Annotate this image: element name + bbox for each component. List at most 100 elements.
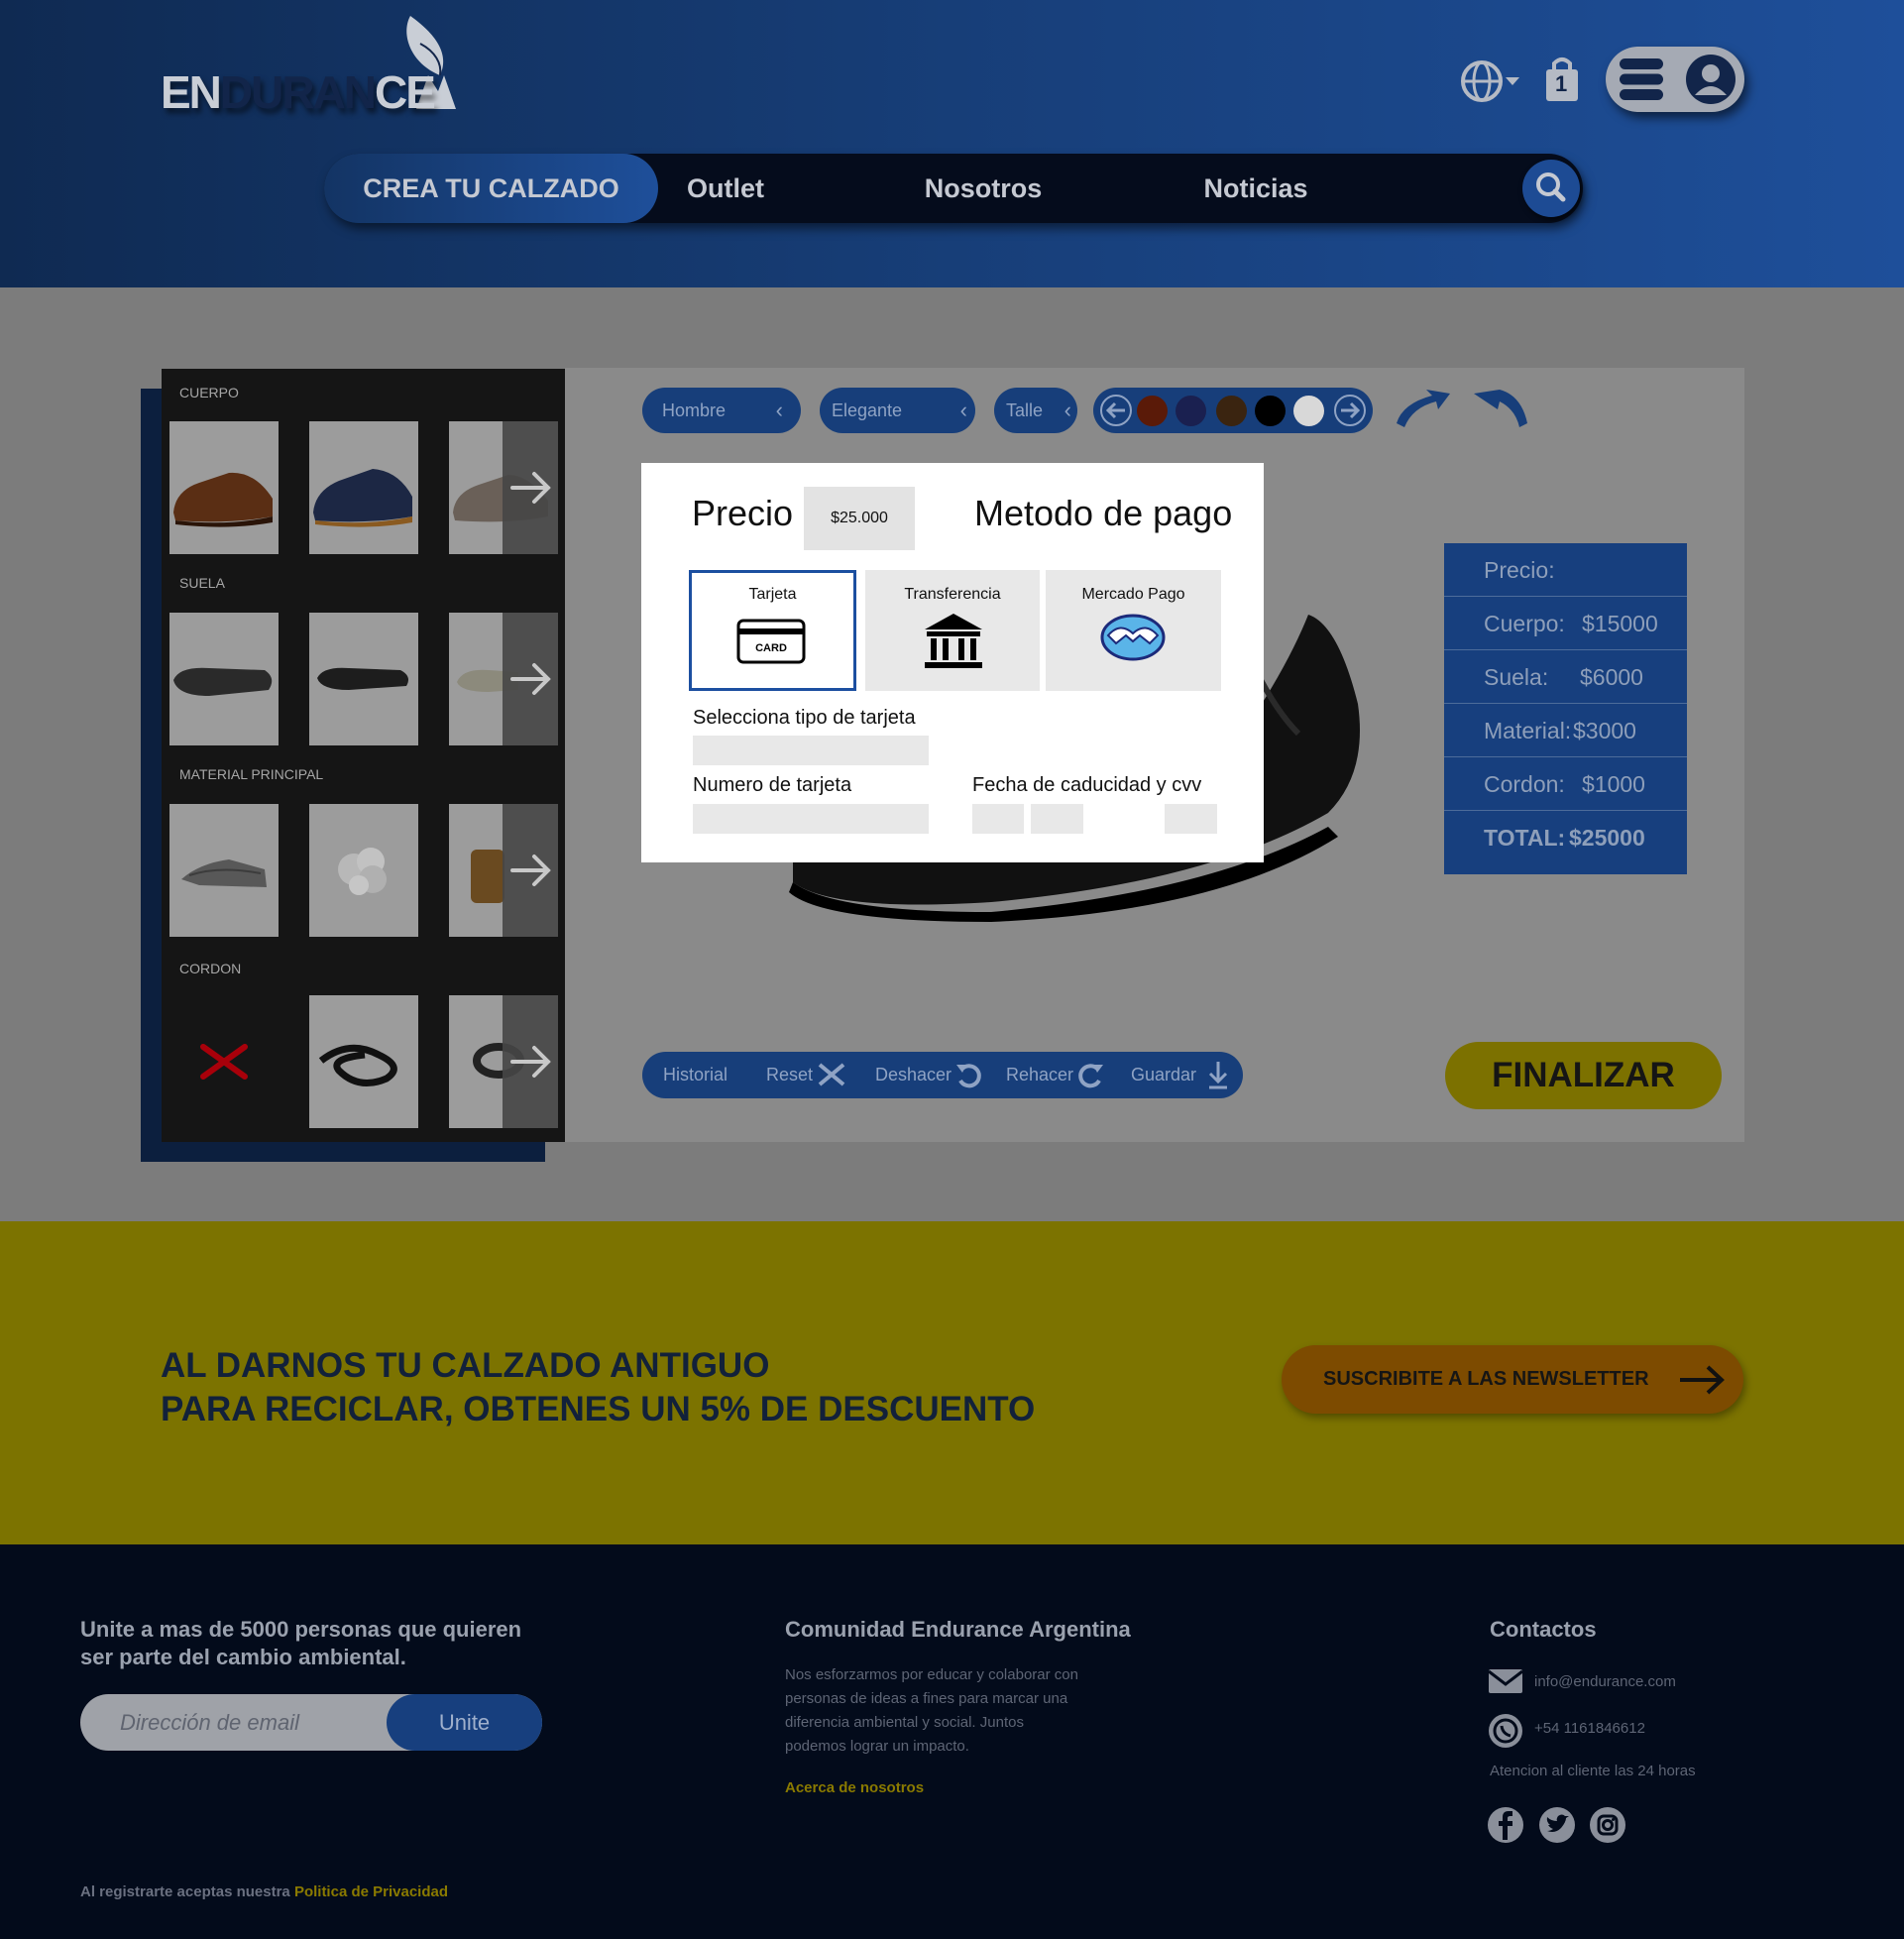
price-summary-table: Precio: Cuerpo: $15000 Suela: $6000 Materi…	[1444, 543, 1687, 874]
promo-line-1: AL DARNOS TU CALZADO ANTIGUO	[161, 1346, 770, 1385]
about-link[interactable]: Acerca de nosotros	[785, 1779, 924, 1796]
rotate-left-icon[interactable]	[1393, 388, 1454, 431]
user-menu[interactable]	[1606, 47, 1744, 112]
history-toolbar: Historial Reset Deshacer Rehacer Guardar	[642, 1052, 1243, 1098]
newsletter-button[interactable]: SUSCRIBITE A LAS NEWSLETTER	[1282, 1345, 1743, 1414]
payment-method-transferencia[interactable]: Transferencia	[865, 570, 1040, 691]
color-swatch-dark-brown[interactable]	[1216, 396, 1247, 426]
unite-button[interactable]: Unite	[387, 1694, 542, 1751]
bank-icon	[925, 614, 982, 668]
cuerpo-next-button[interactable]	[503, 421, 558, 554]
whatsapp-icon	[1489, 1714, 1522, 1748]
no-lace-x-icon	[200, 1044, 248, 1080]
chevron-down-icon	[1506, 77, 1519, 85]
reset-button[interactable]: Reset	[766, 1052, 845, 1098]
payment-method-mercado-pago[interactable]: Mercado Pago	[1046, 570, 1221, 691]
lace-option-1[interactable]	[309, 995, 418, 1128]
redo-icon	[1078, 1064, 1103, 1088]
contact-hours: Atencion al cliente las 24 horas	[1490, 1763, 1696, 1779]
facebook-icon[interactable]	[1487, 1806, 1524, 1844]
fecha-cvv-label: Fecha de caducidad y cvv	[972, 774, 1202, 796]
contact-phone[interactable]: +54 1161846612	[1534, 1717, 1645, 1741]
filter-talle-label: Talle	[1006, 400, 1044, 420]
price-row-total: TOTAL: $25000	[1444, 811, 1687, 864]
rehacer-button[interactable]: Rehacer	[1006, 1052, 1103, 1098]
download-icon	[1208, 1062, 1228, 1089]
material-next-button[interactable]	[503, 804, 558, 937]
expiry-month-input[interactable]	[972, 804, 1024, 834]
nav-outlet[interactable]: Outlet	[666, 154, 785, 223]
color-swatch-navy[interactable]	[1176, 396, 1206, 426]
filter-talle[interactable]: Talle ‹	[994, 388, 1077, 433]
rotate-right-icon[interactable]	[1470, 388, 1531, 431]
historial-button[interactable]: Historial	[663, 1052, 728, 1098]
deshacer-label: Deshacer	[875, 1065, 952, 1084]
modal-price-value: $25.000	[804, 487, 915, 550]
cart-button[interactable]: 1	[1542, 56, 1582, 103]
filter-hombre[interactable]: Hombre ‹	[642, 388, 801, 433]
user-avatar-icon[interactable]	[1685, 54, 1736, 105]
section-label-cuerpo: CUERPO	[179, 385, 239, 400]
material-option-1[interactable]	[169, 804, 279, 937]
sole-option-1[interactable]	[169, 613, 279, 745]
hamburger-menu-icon[interactable]	[1620, 58, 1663, 100]
material-option-2[interactable]	[309, 804, 418, 937]
nav-noticias[interactable]: Noticias	[1176, 154, 1335, 223]
color-swatch-white[interactable]	[1293, 396, 1324, 426]
community-line: personas de ideas a fines para marcar un…	[785, 1690, 1068, 1707]
price-value: $15000	[1582, 611, 1658, 636]
nav-crea-tu-calzado[interactable]: CREA TU CALZADO	[324, 154, 658, 223]
body-option-1[interactable]	[169, 421, 279, 554]
price-row-cordon: Cordon: $1000	[1444, 757, 1687, 811]
newsletter-label: SUSCRIBITE A LAS NEWSLETTER	[1323, 1368, 1649, 1390]
chevron-left-icon: ‹	[959, 398, 967, 422]
contact-email[interactable]: info@endurance.com	[1534, 1670, 1676, 1694]
lace-option-none[interactable]	[169, 995, 279, 1128]
guardar-button[interactable]: Guardar	[1131, 1052, 1228, 1098]
cvv-input[interactable]	[1165, 804, 1217, 834]
privacy-policy-link[interactable]: Politica de Privacidad	[294, 1883, 448, 1900]
deshacer-button[interactable]: Deshacer	[875, 1052, 981, 1098]
twitter-icon[interactable]	[1538, 1806, 1576, 1844]
color-swatch-black[interactable]	[1255, 396, 1286, 426]
suela-next-button[interactable]	[503, 613, 558, 745]
filter-elegante[interactable]: Elegante ‹	[820, 388, 975, 433]
endurance-logo[interactable]: ENDURANCE	[161, 14, 478, 123]
arrow-left-icon[interactable]	[1099, 394, 1133, 427]
arrow-right-icon[interactable]	[1333, 394, 1367, 427]
mercado-pago-icon	[1100, 614, 1166, 661]
search-button[interactable]	[1522, 160, 1580, 217]
promo-line-2: PARA RECICLAR, OBTENES UN 5% DE DESCUENT…	[161, 1390, 1036, 1428]
card-text: CARD	[755, 642, 787, 654]
price-row-cuerpo: Cuerpo: $15000	[1444, 597, 1687, 650]
finalizar-button[interactable]: FINALIZAR	[1445, 1042, 1722, 1109]
expiry-year-input[interactable]	[1031, 804, 1083, 834]
color-swatch-brown-red[interactable]	[1137, 396, 1168, 426]
cordon-next-button[interactable]	[503, 995, 558, 1128]
logo-text-ce: CE	[375, 66, 436, 118]
undo-icon	[956, 1064, 981, 1088]
sole-option-2[interactable]	[309, 613, 418, 745]
price-value: $1000	[1582, 771, 1645, 797]
total-value: $25000	[1569, 825, 1645, 851]
community-description: Nos esforzarmos por educar y colaborar c…	[785, 1663, 1078, 1759]
language-selector[interactable]	[1460, 56, 1523, 107]
numero-tarjeta-input[interactable]	[693, 804, 929, 834]
price-row-suela: Suela: $6000	[1444, 650, 1687, 704]
section-label-material: MATERIAL PRINCIPAL	[179, 766, 324, 782]
price-label: Cuerpo:	[1484, 611, 1565, 636]
newsletter-form: Dirección de email Unite	[80, 1694, 542, 1751]
community-heading: Comunidad Endurance Argentina	[785, 1617, 1131, 1642]
nav-nosotros[interactable]: Nosotros	[899, 154, 1067, 223]
payment-method-tarjeta[interactable]: Tarjeta CARD	[689, 570, 856, 691]
rehacer-label: Rehacer	[1006, 1065, 1074, 1084]
search-icon	[1536, 172, 1566, 202]
modal-metodo-label: Metodo de pago	[974, 493, 1233, 533]
instagram-icon[interactable]	[1589, 1806, 1626, 1844]
price-value: $6000	[1580, 664, 1643, 690]
tipo-tarjeta-select[interactable]	[693, 736, 929, 765]
body-option-2[interactable]	[309, 421, 418, 554]
join-heading-line-2: ser parte del cambio ambiental.	[80, 1645, 406, 1669]
email-input[interactable]: Dirección de email	[120, 1694, 299, 1751]
mercado-pago-label: Mercado Pago	[1081, 586, 1185, 603]
